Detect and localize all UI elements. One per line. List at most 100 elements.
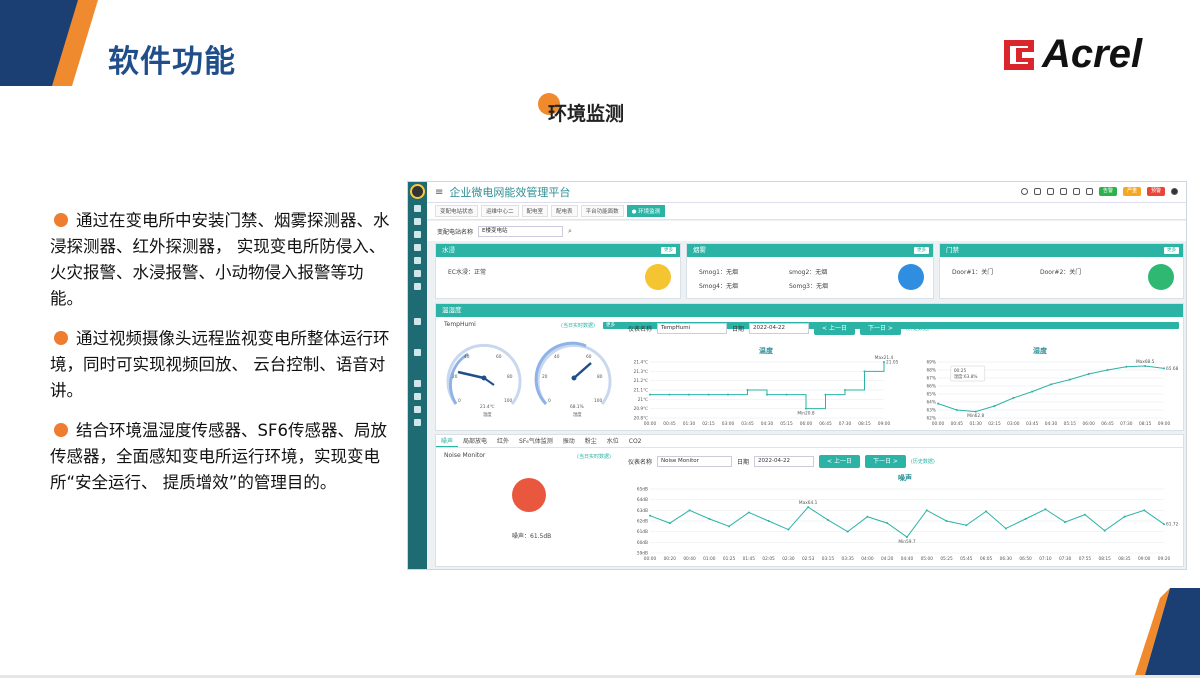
refresh-icon[interactable] bbox=[1033, 188, 1041, 195]
data-point bbox=[649, 393, 651, 396]
x-tick-label: 02:53 bbox=[802, 556, 815, 562]
data-point bbox=[955, 409, 958, 411]
tab-vibration[interactable]: 振动 bbox=[558, 435, 580, 447]
door-item: Door#2：关门 bbox=[1040, 269, 1082, 276]
tab-co2[interactable]: CO2 bbox=[624, 435, 647, 447]
x-tick-label: 02:15 bbox=[988, 421, 1001, 427]
search-icon[interactable] bbox=[1020, 188, 1028, 195]
date-input[interactable]: 2022-04-22 bbox=[749, 323, 810, 334]
data-point bbox=[824, 393, 827, 396]
more-button[interactable]: 更多 bbox=[661, 247, 676, 254]
tab-noise[interactable]: 噪声 bbox=[436, 435, 459, 447]
x-tick-label: 01:45 bbox=[743, 556, 756, 562]
x-tick-label: 00:40 bbox=[683, 556, 696, 562]
sidebar-home-icon[interactable] bbox=[414, 318, 421, 325]
alarm-badge-warning[interactable]: 预警 bbox=[1146, 187, 1165, 196]
menu-icon[interactable]: ≡ bbox=[435, 187, 443, 198]
sidebar-building-icon[interactable] bbox=[414, 349, 421, 356]
tab-sf6[interactable]: SF₆气体监测 bbox=[514, 435, 558, 447]
smoke-panel: 烟雾 更多 Smog1：无烟 smog2：无烟 Smog4：无烟 Somg3：无烟 bbox=[686, 243, 934, 299]
date-input[interactable]: 2022-04-22 bbox=[754, 456, 815, 467]
corner-decoration bbox=[1134, 588, 1200, 678]
save-icon[interactable] bbox=[1046, 188, 1054, 195]
alarm-badge-severe[interactable]: 严重 bbox=[1122, 187, 1141, 196]
tab-dust[interactable]: 粉尘 bbox=[580, 435, 602, 447]
image-icon[interactable] bbox=[1072, 188, 1080, 195]
house-icon bbox=[645, 264, 671, 290]
prev-day-button[interactable]: < 上一日 bbox=[814, 322, 855, 335]
next-day-button[interactable]: 下一日 > bbox=[859, 322, 901, 335]
fullscreen-icon[interactable] bbox=[1059, 188, 1067, 195]
data-point bbox=[1123, 515, 1126, 518]
data-point bbox=[787, 528, 790, 531]
user-icon[interactable] bbox=[1171, 188, 1178, 195]
sidebar-grid-icon[interactable] bbox=[414, 257, 421, 264]
more-button[interactable]: 更多 bbox=[914, 247, 929, 254]
sidebar-lock-icon[interactable] bbox=[414, 393, 421, 400]
gauge-temperature: 0 20 40 60 80 100 21.4℃ 温度 bbox=[446, 343, 522, 418]
data-point bbox=[707, 393, 710, 396]
gauge-tick: 40 bbox=[464, 354, 470, 360]
next-day-button[interactable]: 下一日 > bbox=[864, 455, 906, 468]
sidebar-report-icon[interactable] bbox=[414, 419, 421, 426]
history-link[interactable]: (历史数据) bbox=[906, 325, 930, 332]
data-point bbox=[993, 405, 996, 407]
tab-water-level[interactable]: 水位 bbox=[602, 435, 624, 447]
sidebar-user-icon[interactable] bbox=[414, 231, 421, 238]
x-tick-label: 04:00 bbox=[861, 556, 874, 562]
data-point bbox=[846, 530, 849, 533]
x-tick-label: 03:35 bbox=[841, 556, 854, 562]
realtime-link[interactable]: (当日实时数据) bbox=[577, 453, 611, 460]
x-tick-label: 05:15 bbox=[780, 421, 793, 427]
tab-ops-center[interactable]: 运维中心二 bbox=[481, 205, 519, 217]
shirt-icon[interactable] bbox=[1085, 188, 1093, 195]
tab-platform-functions[interactable]: 平台功能面数 bbox=[580, 205, 624, 217]
tab-environment[interactable]: ● 环境监测 bbox=[626, 205, 666, 217]
sidebar-list-icon[interactable] bbox=[414, 270, 421, 277]
bullet-item: 结合环境温湿度传感器、SF6传感器、局放传感器，全面感知变电所运行环境，实现变电… bbox=[50, 418, 390, 496]
prev-day-button[interactable]: < 上一日 bbox=[819, 455, 860, 468]
realtime-link[interactable]: (当日实时数据) bbox=[561, 322, 595, 329]
tab-partial-discharge[interactable]: 局部放电 bbox=[458, 435, 492, 447]
tab-station-status[interactable]: 变配电站状态 bbox=[435, 205, 479, 217]
data-point bbox=[937, 402, 939, 405]
station-filter-input[interactable]: E楼变电站 bbox=[478, 225, 564, 237]
x-tick-label: 06:30 bbox=[1000, 556, 1013, 562]
x-tick-label: 08:15 bbox=[1139, 421, 1152, 427]
data-point bbox=[1083, 513, 1086, 516]
instrument-select[interactable]: TempHumi bbox=[657, 323, 728, 334]
sidebar-tools-icon[interactable] bbox=[414, 380, 421, 387]
data-point bbox=[668, 522, 671, 525]
avatar[interactable] bbox=[410, 184, 425, 199]
sidebar-edit-icon[interactable] bbox=[414, 283, 421, 290]
sidebar-person-icon[interactable] bbox=[414, 406, 421, 413]
tab-infrared[interactable]: 红外 bbox=[492, 435, 514, 447]
tab-distribution-meter[interactable]: 配电表 bbox=[551, 205, 578, 217]
data-point bbox=[1143, 509, 1146, 512]
instrument-select[interactable]: Noise Monitor bbox=[657, 456, 733, 467]
x-tick-label: 09:00 bbox=[1158, 421, 1171, 427]
data-point bbox=[746, 389, 749, 391]
date-label: 日期 bbox=[737, 459, 750, 466]
history-link[interactable]: (历史数据) bbox=[911, 458, 935, 465]
gauge-label: 湿度 bbox=[573, 411, 582, 418]
sidebar-doc-icon[interactable] bbox=[414, 218, 421, 225]
data-point bbox=[766, 393, 768, 396]
x-tick-label: 03:00 bbox=[1007, 421, 1020, 427]
sidebar-chart-icon[interactable] bbox=[414, 205, 421, 212]
data-point bbox=[767, 520, 770, 522]
app-title: 企业微电网能效管理平台 bbox=[449, 186, 571, 199]
x-tick-label: 04:20 bbox=[881, 556, 894, 562]
data-point bbox=[863, 370, 866, 373]
search-icon[interactable]: ⌕ bbox=[568, 227, 572, 236]
sidebar-monitor-icon[interactable] bbox=[414, 244, 421, 251]
more-button[interactable]: 更多 bbox=[1164, 247, 1179, 254]
x-tick-label: 06:00 bbox=[800, 421, 813, 427]
tab-distribution-room[interactable]: 配电室 bbox=[521, 205, 549, 217]
header-toolbar: 告警 严重 预警 bbox=[1020, 187, 1178, 196]
data-point bbox=[1163, 523, 1165, 526]
x-tick-label: 08:15 bbox=[1098, 556, 1111, 562]
gauge-tick: 60 bbox=[496, 354, 502, 360]
alarm-badge-alarm[interactable]: 告警 bbox=[1098, 187, 1117, 196]
data-point bbox=[708, 517, 711, 520]
